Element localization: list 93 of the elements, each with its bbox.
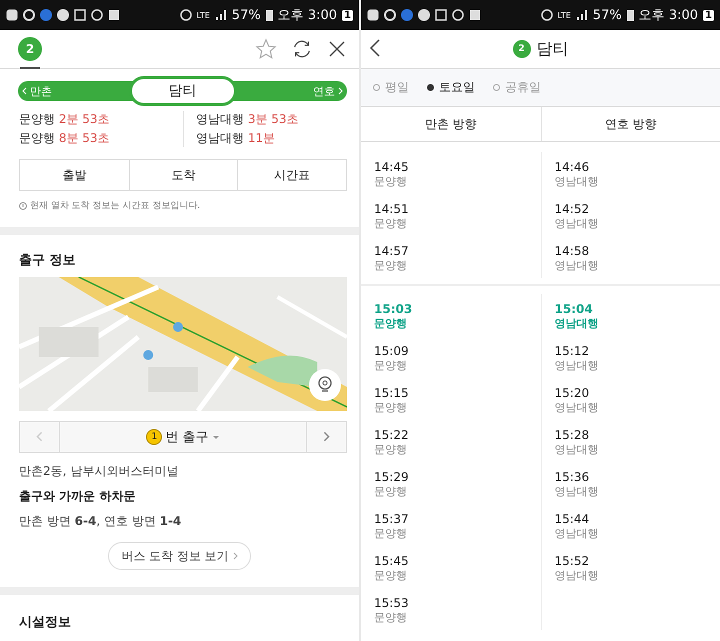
app-icon bbox=[6, 9, 18, 21]
train-destination: 문양행 bbox=[374, 174, 408, 189]
station-title: 담티 bbox=[536, 38, 568, 60]
train-destination: 영남대행 bbox=[554, 316, 598, 331]
departure-time: 15:09 bbox=[374, 344, 409, 358]
app-icon bbox=[367, 9, 379, 21]
location-icon bbox=[317, 376, 333, 394]
chevron-right-icon bbox=[323, 431, 330, 443]
battery-icon bbox=[266, 9, 273, 21]
departure-time: 15:22 bbox=[374, 428, 409, 442]
bus-arrival-button[interactable]: 버스 도착 정보 보기 bbox=[108, 542, 251, 570]
departure-time: 15:29 bbox=[374, 470, 409, 484]
departure-time: 15:53 bbox=[374, 596, 409, 610]
line-badge: 2 bbox=[512, 40, 530, 58]
train-destination: 문양행 bbox=[374, 442, 408, 457]
battery-percent: 57% bbox=[592, 8, 622, 22]
close-icon[interactable] bbox=[327, 39, 347, 59]
train-destination: 문양행 bbox=[374, 400, 408, 415]
caret-icon bbox=[212, 434, 220, 440]
notification-count: 1 bbox=[342, 10, 353, 20]
train-destination: 영남대행 bbox=[554, 258, 598, 273]
departure-time: 14:58 bbox=[554, 244, 590, 258]
departure-time: 15:04 bbox=[554, 302, 594, 316]
departure-time: 15:20 bbox=[554, 386, 590, 400]
chevron-right-icon bbox=[232, 552, 238, 560]
train-destination: 영남대행 bbox=[554, 526, 598, 541]
clock: 오후 3:00 bbox=[278, 7, 338, 24]
train-destination: 문양행 bbox=[374, 358, 408, 373]
departure-time: 14:52 bbox=[554, 202, 590, 216]
section-title: 출구 정보 bbox=[19, 252, 77, 269]
arrival-info: 영남대행 11분 bbox=[196, 130, 276, 147]
arrival-info: 영남대행 3분 53초 bbox=[196, 111, 300, 128]
notice-text: 현재 열차 도착 정보는 시간표 정보입니다. bbox=[30, 200, 200, 212]
departure-time: 14:45 bbox=[374, 160, 409, 174]
departure-time: 14:57 bbox=[374, 244, 409, 258]
departure-time: 15:12 bbox=[554, 344, 590, 358]
train-destination: 문양행 bbox=[374, 526, 408, 541]
arrival-info: 문양행 8분 53초 bbox=[19, 130, 111, 147]
train-destination: 문양행 bbox=[374, 484, 408, 499]
app-icon bbox=[40, 9, 52, 21]
train-destination: 문양행 bbox=[374, 568, 408, 583]
departure-time: 15:03 bbox=[374, 302, 412, 316]
column-header: 만촌 방향 bbox=[424, 116, 478, 132]
image-icon bbox=[435, 9, 447, 21]
info-icon bbox=[19, 202, 27, 210]
departure-time: 15:36 bbox=[554, 470, 590, 484]
network-type: LTE bbox=[196, 10, 210, 20]
departure-time: 15:45 bbox=[374, 554, 409, 568]
app-icon bbox=[469, 9, 481, 21]
chevron-right-icon bbox=[338, 87, 343, 95]
train-destination: 영남대행 bbox=[554, 174, 598, 189]
subsection-title: 출구와 가까운 하차문 bbox=[19, 488, 136, 505]
chevron-left-icon bbox=[36, 431, 43, 443]
signal-icon bbox=[214, 9, 227, 21]
network-type: LTE bbox=[558, 10, 571, 20]
signal-icon bbox=[576, 9, 588, 21]
train-destination: 영남대행 bbox=[554, 442, 598, 457]
image-icon bbox=[74, 9, 86, 21]
notification-count: 1 bbox=[703, 10, 714, 20]
departure-time: 15:37 bbox=[374, 512, 409, 526]
train-destination: 영남대행 bbox=[554, 216, 598, 231]
departure-time: 15:44 bbox=[554, 512, 590, 526]
refresh-icon[interactable] bbox=[291, 38, 313, 60]
battery-percent: 57% bbox=[232, 8, 261, 22]
battery-icon bbox=[626, 9, 634, 21]
app-icon bbox=[401, 9, 413, 21]
star-icon[interactable] bbox=[255, 38, 277, 60]
app-icon bbox=[418, 9, 430, 21]
train-destination: 영남대행 bbox=[554, 400, 598, 415]
train-destination: 영남대행 bbox=[554, 568, 598, 583]
column-header: 연호 방향 bbox=[540, 107, 720, 141]
train-destination: 문양행 bbox=[374, 258, 408, 273]
train-destination: 문양행 bbox=[374, 316, 408, 331]
train-destination: 문양행 bbox=[374, 610, 408, 625]
nearest-door-info: 만촌 방면 6-4, 연호 방면 1-4 bbox=[19, 513, 182, 530]
arrival-info: 문양행 2분 53초 bbox=[19, 111, 111, 128]
back-icon[interactable] bbox=[369, 39, 381, 57]
departure-time: 14:51 bbox=[374, 202, 409, 216]
app-icon bbox=[57, 9, 69, 21]
departure-time: 15:28 bbox=[554, 428, 590, 442]
chevron-left-icon bbox=[22, 87, 27, 95]
departure-time: 14:46 bbox=[554, 160, 590, 174]
app-icon bbox=[108, 9, 120, 21]
exit-address: 만촌2동, 남부시외버스터미널 bbox=[19, 463, 180, 480]
train-destination: 문양행 bbox=[374, 216, 408, 231]
clock: 오후 3:00 bbox=[638, 7, 698, 24]
line-badge: 2 bbox=[18, 37, 42, 61]
train-destination: 영남대행 bbox=[554, 484, 598, 499]
departure-time: 15:52 bbox=[554, 554, 590, 568]
departure-time: 15:15 bbox=[374, 386, 409, 400]
train-destination: 영남대행 bbox=[554, 358, 598, 373]
section-title: 시설정보 bbox=[19, 614, 72, 631]
day-tab[interactable]: 토요일 bbox=[427, 79, 475, 96]
